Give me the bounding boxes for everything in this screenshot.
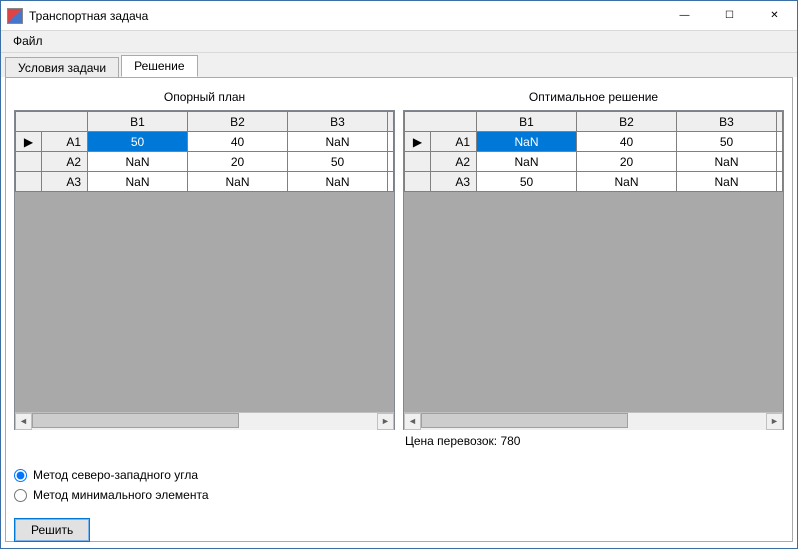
grid-cell[interactable]: NaN	[577, 172, 677, 192]
grid-cell[interactable]: NaN	[88, 152, 188, 172]
pane-left: Опорный план B1B2B3B4▶A15040NaNA2NaN2050…	[14, 86, 395, 448]
radio-minimal-input[interactable]	[14, 489, 27, 502]
tab-conditions[interactable]: Условия задачи	[5, 57, 119, 78]
grid-cell[interactable]: 40	[188, 132, 288, 152]
grid-cell[interactable]: 50	[88, 132, 188, 152]
radio-minimal-label: Метод минимального элемента	[33, 488, 209, 502]
scroll-thumb[interactable]	[32, 413, 239, 428]
scroll-right-icon[interactable]: ►	[766, 413, 783, 430]
grid-cell[interactable]: NaN	[477, 152, 577, 172]
tabstrip: Условия задачи Решение	[1, 53, 797, 77]
grid-cell[interactable]	[388, 152, 394, 172]
pane-right: Оптимальное решение B1B2B3B4▶A1NaN4050A2…	[403, 86, 784, 448]
grid-cell[interactable]	[388, 172, 394, 192]
scroll-left-icon[interactable]: ◄	[404, 413, 421, 430]
col-header[interactable]: B4	[388, 112, 394, 132]
row-header[interactable]: A3	[431, 172, 477, 192]
grid-corner	[16, 112, 88, 132]
menu-file[interactable]: Файл	[5, 31, 51, 52]
col-header[interactable]: B1	[477, 112, 577, 132]
col-header[interactable]: B2	[188, 112, 288, 132]
scroll-left-icon[interactable]: ◄	[15, 413, 32, 430]
grid-cell[interactable]	[388, 132, 394, 152]
left-title: Опорный план	[14, 86, 395, 110]
grid-cell[interactable]: NaN	[288, 172, 388, 192]
grid-cell[interactable]: 50	[288, 152, 388, 172]
radio-northwest[interactable]: Метод северо-западного угла	[14, 468, 784, 482]
row-header[interactable]: A1	[42, 132, 88, 152]
minimize-button[interactable]: —	[662, 1, 707, 30]
app-icon	[7, 8, 23, 24]
tab-solution[interactable]: Решение	[121, 55, 197, 77]
scroll-right-icon[interactable]: ►	[377, 413, 394, 430]
row-marker-icon: ▶	[24, 135, 33, 149]
table-row[interactable]: A3NaNNaNNaN	[16, 172, 394, 192]
left-hscrollbar[interactable]: ◄ ►	[15, 412, 394, 429]
titlebar: Транспортная задача — ☐ ✕	[1, 1, 797, 31]
grid-cell[interactable]	[777, 172, 783, 192]
row-header[interactable]: A1	[431, 132, 477, 152]
col-header[interactable]: B2	[577, 112, 677, 132]
right-grid[interactable]: B1B2B3B4▶A1NaN4050A2NaN20NaNA350NaNNaN ◄…	[403, 110, 784, 430]
grid-cell[interactable]: NaN	[88, 172, 188, 192]
table-row[interactable]: ▶ A1NaN4050	[405, 132, 783, 152]
table-row[interactable]: A2NaN20NaN	[405, 152, 783, 172]
grid-cell[interactable]: NaN	[677, 172, 777, 192]
grid-cell[interactable]: 20	[577, 152, 677, 172]
left-grid[interactable]: B1B2B3B4▶A15040NaNA2NaN2050A3NaNNaNNaN ◄…	[14, 110, 395, 430]
method-radios: Метод северо-западного угла Метод минима…	[14, 468, 784, 502]
right-hscrollbar[interactable]: ◄ ►	[404, 412, 783, 429]
tabpage-solution: Опорный план B1B2B3B4▶A15040NaNA2NaN2050…	[5, 77, 793, 542]
col-header[interactable]: B4	[777, 112, 783, 132]
close-button[interactable]: ✕	[752, 1, 797, 30]
scroll-thumb[interactable]	[421, 413, 628, 428]
table-row[interactable]: A2NaN2050	[16, 152, 394, 172]
grid-cell[interactable]	[777, 152, 783, 172]
right-title: Оптимальное решение	[403, 86, 784, 110]
row-header[interactable]: A3	[42, 172, 88, 192]
window-title: Транспортная задача	[29, 9, 148, 23]
col-header[interactable]: B3	[677, 112, 777, 132]
radio-minimal[interactable]: Метод минимального элемента	[14, 488, 784, 502]
radio-northwest-label: Метод северо-западного угла	[33, 468, 198, 482]
price-label: Цена перевозок: 780	[403, 430, 784, 448]
grid-cell[interactable]: 40	[577, 132, 677, 152]
grid-cell[interactable]	[777, 132, 783, 152]
row-marker-icon: ▶	[413, 135, 422, 149]
table-row[interactable]: ▶ A15040NaN	[16, 132, 394, 152]
grid-cell[interactable]: 50	[477, 172, 577, 192]
col-header[interactable]: B3	[288, 112, 388, 132]
maximize-button[interactable]: ☐	[707, 1, 752, 30]
grid-corner	[405, 112, 477, 132]
radio-northwest-input[interactable]	[14, 469, 27, 482]
col-header[interactable]: B1	[88, 112, 188, 132]
solve-button[interactable]: Решить	[14, 518, 90, 542]
grid-cell[interactable]: 20	[188, 152, 288, 172]
grid-cell[interactable]: NaN	[677, 152, 777, 172]
grid-cell[interactable]: NaN	[188, 172, 288, 192]
grid-cell[interactable]: 50	[677, 132, 777, 152]
row-header[interactable]: A2	[42, 152, 88, 172]
grid-cell[interactable]: NaN	[477, 132, 577, 152]
grid-cell[interactable]: NaN	[288, 132, 388, 152]
table-row[interactable]: A350NaNNaN	[405, 172, 783, 192]
row-header[interactable]: A2	[431, 152, 477, 172]
menubar: Файл	[1, 31, 797, 53]
